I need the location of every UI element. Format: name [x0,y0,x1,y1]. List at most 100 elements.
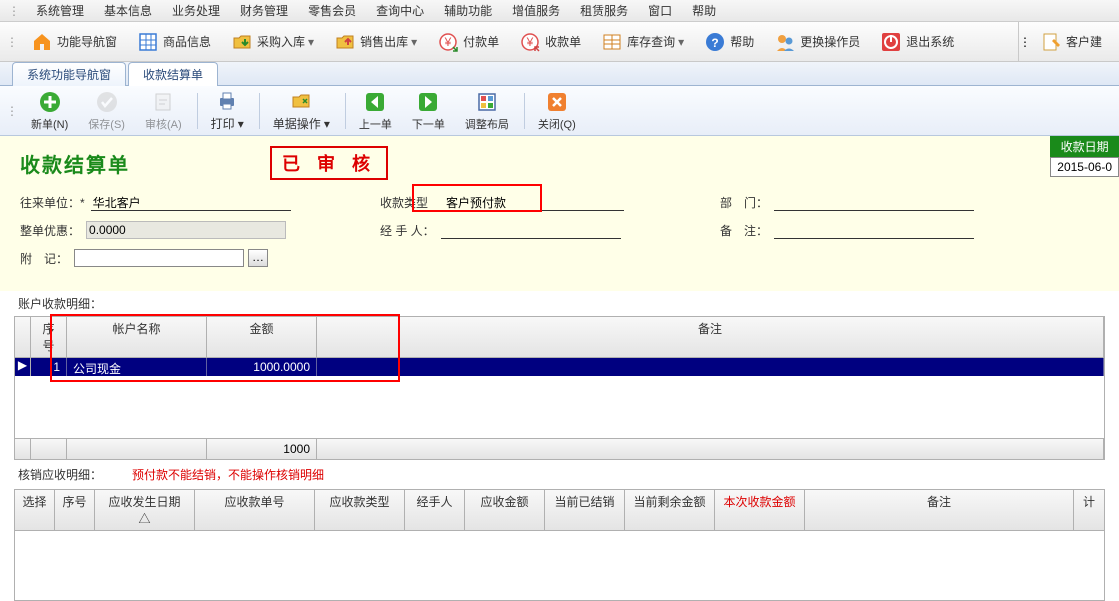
cell-account-name[interactable]: 公司现金 [67,358,207,376]
row-indicator-header [15,317,31,357]
writeoff-grid-body[interactable] [14,531,1105,601]
print-button[interactable]: 打印 ▾ [202,86,253,135]
col-calc[interactable]: 计 [1074,490,1104,530]
cell-remark[interactable] [317,358,1104,376]
prev-doc-button[interactable]: 上一单 [350,87,401,135]
exit-button[interactable]: 退出系统 [871,28,963,56]
receipt-button[interactable]: ¥ 收款单 [510,28,590,56]
col-account-name[interactable]: 帐户名称 [67,317,207,357]
save-button: 保存(S) [79,87,134,135]
menu-bar: ⋮ 系统管理 基本信息 业务处理 财务管理 零售会员 查询中心 辅助功能 增值服… [0,0,1119,22]
menu-item[interactable]: 增值服务 [502,2,570,19]
date-box: 收款日期 2015-06-0 [1050,136,1119,177]
nav-window-button[interactable]: 功能导航窗 [22,28,126,56]
new-doc-button[interactable]: 新单(N) [22,87,77,135]
row-indicator[interactable]: ▶ [15,358,31,376]
product-info-button[interactable]: 商品信息 [128,28,220,56]
ops-icon [289,89,313,113]
col-recv-date[interactable]: 应收发生日期 △ [95,490,195,530]
menubar-grip-icon[interactable]: ⋮ [8,4,20,18]
cell-seq: 1 [31,358,67,376]
menu-item[interactable]: 基本信息 [94,2,162,19]
stock-query-button[interactable]: 库存查询 ▾ [592,28,693,56]
col-remark[interactable]: 备注 [317,317,1104,357]
customer-create-button[interactable]: 客户建 [1031,28,1111,56]
action-toolbar: ⋮ 新单(N) 保存(S) 审核(A) 打印 ▾ 单据操作 ▾ 上一单 下一单 … [0,86,1119,136]
col-remaining[interactable]: 当前剩余金额 [625,490,715,530]
customer-create-label: 客户建 [1066,33,1102,50]
close-button[interactable]: 关闭(Q) [529,87,585,135]
separator [259,93,260,129]
layout-button[interactable]: 调整布局 [456,87,518,135]
cell-amount[interactable]: 1000.0000 [207,358,317,376]
payment-label: 付款单 [463,33,499,50]
attach-browse-button[interactable]: … [248,249,268,267]
svg-text:¥: ¥ [526,35,534,49]
purchase-in-button[interactable]: 采购入库 ▾ [222,28,323,56]
col-amount[interactable]: 金额 [207,317,317,357]
save-label: 保存(S) [88,116,125,132]
unit-input[interactable] [91,194,291,211]
menu-item[interactable]: 帮助 [682,2,726,19]
tab-receipt-settlement[interactable]: 收款结算单 [128,62,218,86]
col-recv-amount[interactable]: 应收金额 [465,490,545,530]
audit-label: 审核(A) [145,116,182,132]
col-remark2[interactable]: 备注 [805,490,1074,530]
type-input[interactable] [444,194,624,211]
handler-input[interactable] [441,222,621,239]
doc-ops-button[interactable]: 单据操作 ▾ [264,86,339,135]
account-grid: 序号 帐户名称 金额 备注 ▶ 1 公司现金 1000.0000 1000 [14,316,1105,460]
menu-item[interactable]: 窗口 [638,2,682,19]
attach-input[interactable] [74,249,244,267]
doc-ops-label: 单据操作 ▾ [273,115,330,132]
col-handler2[interactable]: 经手人 [405,490,465,530]
col-select[interactable]: 选择 [15,490,55,530]
col-settled[interactable]: 当前已结销 [545,490,625,530]
menu-item[interactable]: 零售会员 [298,2,366,19]
type-label: 收款类型 [380,194,428,211]
col-seq[interactable]: 序号 [31,317,67,357]
menu-item[interactable]: 业务处理 [162,2,230,19]
col-this-receipt[interactable]: 本次收款金额 [715,490,805,530]
dept-input[interactable] [774,194,974,211]
col-seq2[interactable]: 序号 [55,490,95,530]
menu-item[interactable]: 查询中心 [366,2,434,19]
next-doc-button[interactable]: 下一单 [403,87,454,135]
folder-out-icon [334,31,356,53]
table-row[interactable]: ▶ 1 公司现金 1000.0000 [15,358,1104,376]
svg-text:¥: ¥ [444,35,452,49]
purchase-in-label: 采购入库 [257,33,305,50]
svg-text:?: ? [712,36,719,50]
toolbar-grip-icon[interactable]: ⋮ [6,104,18,118]
writeoff-warning: 预付款不能结销，不能操作核销明细 [132,466,324,483]
layout-label: 调整布局 [465,116,509,132]
prev-doc-label: 上一单 [359,116,392,132]
sort-icon: △ [138,512,150,526]
sales-out-button[interactable]: 销售出库 ▾ [325,28,426,56]
date-value[interactable]: 2015-06-0 [1050,157,1119,177]
plus-icon [38,90,62,114]
menu-item[interactable]: 辅助功能 [434,2,502,19]
tab-nav-window[interactable]: 系统功能导航窗 [12,62,126,86]
remark-input[interactable] [774,222,974,239]
switch-user-button[interactable]: 更换操作员 [765,28,869,56]
close-label: 关闭(Q) [538,116,576,132]
money-in-icon: ¥ [519,31,541,53]
menu-item[interactable]: 租赁服务 [570,2,638,19]
audit-button: 审核(A) [136,87,191,135]
col-recv-type[interactable]: 应收款类型 [315,490,405,530]
dropdown-icon: ▾ [678,35,684,49]
menu-item[interactable]: 系统管理 [26,2,94,19]
nav-window-label: 功能导航窗 [57,33,117,50]
col-recv-no[interactable]: 应收款单号 [195,490,315,530]
grid-header: 序号 帐户名称 金额 备注 [15,317,1104,358]
switch-user-label: 更换操作员 [800,33,860,50]
grid-body[interactable]: ▶ 1 公司现金 1000.0000 [15,358,1104,438]
menu-item[interactable]: 财务管理 [230,2,298,19]
next-icon [416,90,440,114]
toolbar-grip-icon[interactable]: ⋮ [1019,35,1031,49]
payment-button[interactable]: ¥ 付款单 [428,28,508,56]
help-button[interactable]: ? 帮助 [695,28,763,56]
check-icon [95,90,119,114]
toolbar-grip-icon[interactable]: ⋮ [6,35,18,49]
